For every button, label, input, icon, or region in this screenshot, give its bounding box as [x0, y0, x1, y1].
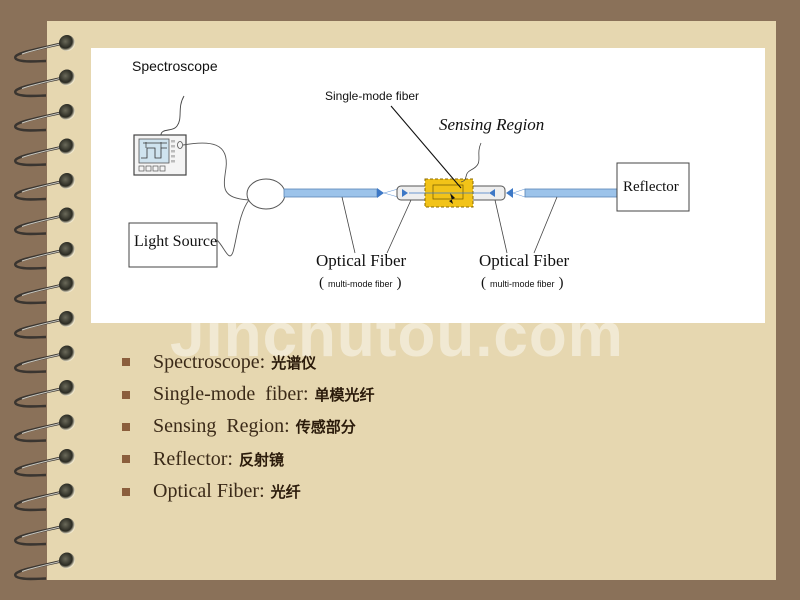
glossary-translation: 单模光纤	[314, 386, 375, 405]
binding-hole	[59, 35, 75, 51]
glossary-item: Single-mode fiber: 单模光纤	[122, 378, 375, 410]
glossary-translation: 反射镜	[238, 450, 284, 469]
optical-fiber-right-sublabel: ( multi-mode fiber )	[481, 275, 564, 291]
binding-hole	[59, 345, 75, 362]
single-mode-fiber-label: Single-mode fiber	[325, 89, 420, 103]
binding-hole	[59, 242, 75, 258]
spiral-ring	[14, 248, 65, 270]
glossary-term: Single-mode fiber	[153, 383, 303, 406]
glossary-term: Optical Fiber	[153, 480, 260, 503]
glossary-item: Sensing Region: 传感部分	[122, 411, 375, 443]
glossary-translation: 光谱仪	[271, 353, 317, 372]
spiral-ring	[14, 76, 65, 98]
spectroscope-label: Spectroscope	[132, 58, 218, 74]
spiral-ring	[14, 283, 65, 305]
glossary-term: Sensing Region	[153, 415, 285, 438]
binding-hole	[59, 518, 75, 534]
glossary-translation: 传感部分	[295, 418, 356, 437]
optical-fiber-right-label: Optical Fiber	[479, 251, 570, 270]
binding-hole	[59, 552, 75, 569]
spiral-ring	[14, 524, 65, 546]
glossary-item: Optical Fiber: 光纤	[122, 476, 375, 508]
light-source-label: Light Source	[134, 233, 218, 250]
spiral-ring	[14, 317, 65, 339]
binding-hole	[59, 276, 75, 293]
spiral-ring	[14, 421, 65, 443]
reflector-label: Reflector	[623, 179, 679, 195]
binding-hole	[59, 449, 75, 465]
bullet-square-icon	[122, 455, 130, 464]
coupler-icon	[246, 178, 286, 210]
spiral-ring	[14, 179, 65, 201]
spiral-ring	[14, 455, 65, 477]
binding-hole	[59, 311, 75, 327]
spiral-ring	[14, 559, 65, 581]
glossary-translation: 光纤	[270, 483, 301, 502]
spectroscope-icon	[133, 134, 187, 176]
binding-hole	[59, 380, 75, 396]
bullet-square-icon	[122, 358, 130, 367]
spiral-binding	[14, 35, 75, 581]
spiral-ring	[14, 386, 65, 408]
sensing-region-label: Sensing Region	[439, 115, 545, 134]
spiral-ring	[14, 110, 65, 132]
spiral-ring	[14, 490, 65, 512]
optical-fiber-left-label: Optical Fiber	[316, 251, 407, 270]
spiral-ring	[14, 352, 65, 374]
binding-hole	[59, 483, 75, 500]
glossary-term: Spectroscope	[153, 350, 260, 373]
binding-hole	[59, 207, 75, 224]
bullet-square-icon	[122, 390, 130, 399]
glossary-item: Spectroscope: 光谱仪	[122, 346, 375, 378]
bullet-square-icon	[122, 422, 130, 431]
bullet-square-icon	[122, 487, 130, 496]
binding-hole	[59, 104, 75, 120]
binding-hole	[59, 414, 75, 431]
glossary-list: Spectroscope: 光谱仪 Single-mode fiber: 单模光…	[122, 346, 375, 508]
binding-hole	[59, 173, 75, 189]
binding-hole	[59, 69, 75, 86]
optical-fiber-left-sublabel: ( multi-mode fiber )	[319, 275, 402, 291]
spiral-ring	[14, 214, 65, 236]
fiber-right	[524, 188, 618, 198]
spiral-ring	[14, 41, 65, 63]
spiral-ring	[14, 145, 65, 167]
fiber-left	[283, 188, 378, 198]
binding-hole	[59, 138, 75, 155]
diagram-panel: Spectroscope Single-mode fiber Sensing R…	[91, 48, 765, 323]
glossary-term: Reflector	[153, 447, 228, 470]
glossary-item: Reflector: 反射镜	[122, 443, 375, 475]
